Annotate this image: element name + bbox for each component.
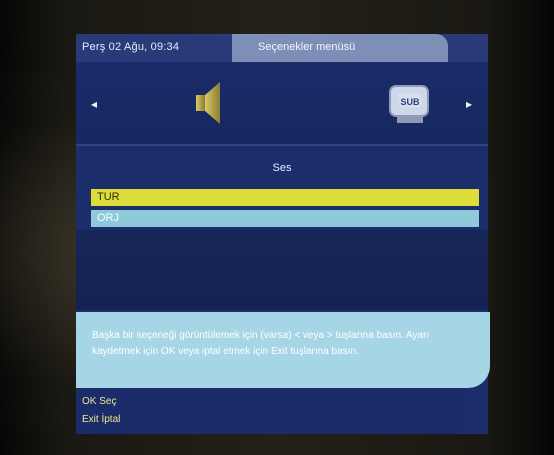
subtitle-icon[interactable]: SUB xyxy=(385,78,435,128)
section-divider xyxy=(76,144,488,146)
menu-title: Seçenekler menüsü xyxy=(258,41,356,53)
option-tur[interactable]: TUR xyxy=(91,189,479,206)
help-info-text: Başka bir seçeneği görüntülemek için (va… xyxy=(92,330,430,357)
left-arrow-icon[interactable]: ◂ xyxy=(91,97,97,111)
section-label-audio: Ses xyxy=(272,162,292,174)
date-time: Perş 02 Ağu, 09:34 xyxy=(82,41,180,53)
ok-select-hint: OK Seç xyxy=(82,396,117,407)
options-list-area xyxy=(76,230,488,310)
audio-speaker-icon[interactable] xyxy=(190,78,226,128)
footer-bar xyxy=(76,388,468,434)
subtitle-icon-label: SUB xyxy=(400,97,420,107)
right-arrow-icon[interactable]: ▸ xyxy=(466,97,472,111)
exit-cancel-hint: Exit İptal xyxy=(82,414,121,425)
option-orj[interactable]: ORJ xyxy=(91,210,479,227)
